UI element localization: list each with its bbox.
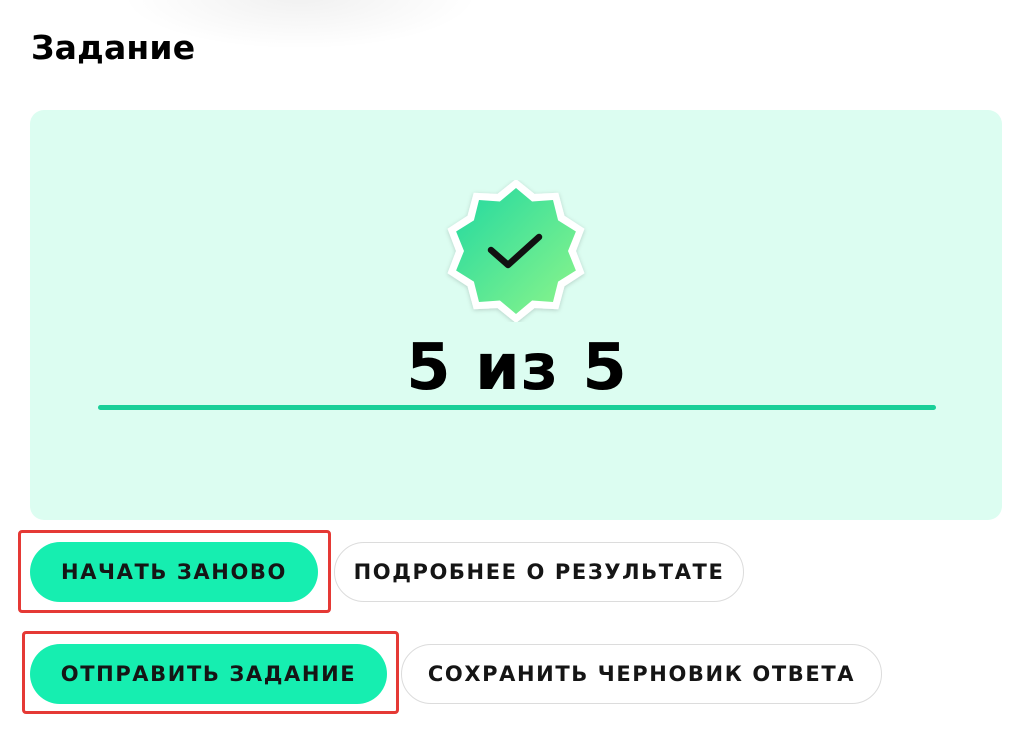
check-badge-icon: [447, 180, 585, 322]
task-page: Задание 5 из 5 НАЧАТЬ ЗАНОВО ПОДРОБНЕЕ О…: [0, 0, 1034, 744]
save-draft-button[interactable]: СОХРАНИТЬ ЧЕРНОВИК ОТВЕТА: [401, 644, 882, 704]
restart-button[interactable]: НАЧАТЬ ЗАНОВО: [30, 542, 318, 602]
score-progress-bar: [98, 405, 936, 410]
result-details-button[interactable]: ПОДРОБНЕЕ О РЕЗУЛЬТАТЕ: [334, 542, 744, 602]
submit-task-button[interactable]: ОТПРАВИТЬ ЗАДАНИЕ: [30, 644, 387, 704]
page-title: Задание: [31, 28, 196, 67]
score-text: 5 из 5: [406, 331, 628, 405]
score-progress-fill: [98, 405, 936, 410]
